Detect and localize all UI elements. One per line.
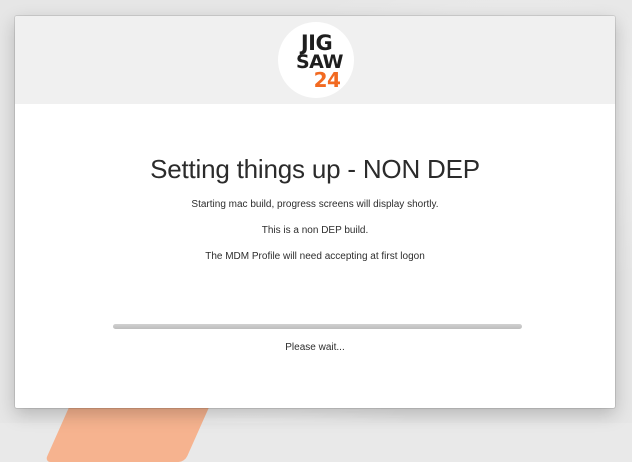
setup-window: JIG SAW 24 Setting things up - NON DEP S… (15, 16, 615, 408)
header-band: JIG SAW 24 (15, 16, 615, 104)
logo-line-24: 24 (313, 68, 341, 92)
status-message-1: Starting mac build, progress screens wil… (191, 199, 439, 210)
progress-bar (113, 324, 522, 329)
status-message-3: The MDM Profile will need accepting at f… (205, 251, 425, 262)
jigsaw24-logo: JIG SAW 24 (278, 22, 354, 98)
wait-status-text: Please wait... (285, 342, 345, 353)
desktop-wallpaper-shape (44, 402, 212, 462)
dialog-content: Setting things up - NON DEP Starting mac… (15, 104, 615, 408)
logo-text: JIG SAW 24 (290, 33, 346, 92)
page-title: Setting things up - NON DEP (150, 154, 480, 184)
progress-bar-fill (113, 324, 522, 329)
status-message-2: This is a non DEP build. (261, 225, 369, 236)
